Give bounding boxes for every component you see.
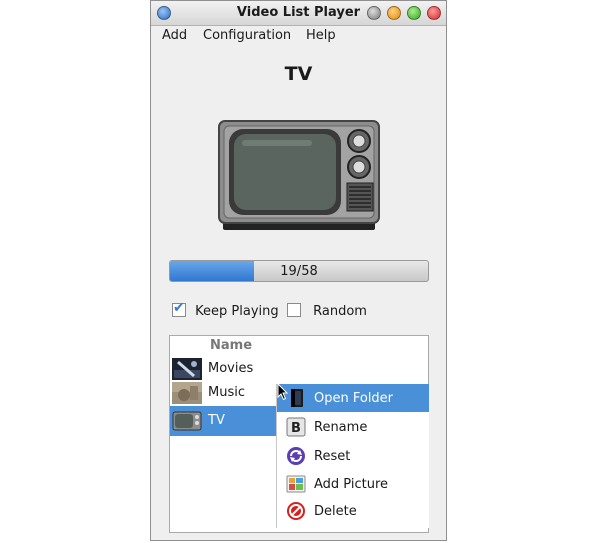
folder-icon (291, 389, 303, 407)
svg-text:B: B (291, 421, 301, 436)
menu-item-open-folder[interactable]: Open Folder (277, 384, 429, 412)
minimize-button[interactable] (387, 6, 401, 20)
list-item-label: Movies (208, 361, 254, 376)
title-bar[interactable]: Video List Player (151, 1, 446, 26)
menu-item-add-picture[interactable]: Add Picture (277, 470, 429, 498)
delete-icon (287, 502, 305, 520)
menu-configuration[interactable]: Configuration (203, 28, 291, 43)
window-title: Video List Player (236, 5, 361, 20)
menu-add[interactable]: Add (162, 28, 187, 43)
music-thumbnail (172, 382, 202, 404)
list-item-tv[interactable]: TV (170, 406, 276, 436)
keep-playing-option[interactable]: ✔ Keep Playing (172, 300, 279, 319)
mouse-cursor-icon (277, 383, 289, 401)
random-checkbox[interactable] (287, 303, 301, 317)
menu-item-rename[interactable]: B Rename (277, 413, 429, 441)
context-menu: Open Folder B Rename Reset Add Picture D… (276, 384, 429, 528)
menu-item-delete[interactable]: Delete (277, 497, 429, 525)
reset-icon (287, 447, 305, 465)
tv-icon (218, 120, 380, 230)
progress-text: 19/58 (280, 264, 318, 279)
add-picture-icon (286, 475, 306, 493)
list-header-name[interactable]: Name (210, 338, 252, 353)
random-option[interactable]: Random (287, 303, 367, 319)
progress-bar: 19/58 (169, 260, 429, 282)
list-item-movies[interactable]: Movies (170, 356, 276, 382)
close-button[interactable] (427, 6, 441, 20)
list-item-label: TV (208, 413, 225, 428)
menu-item-label: Delete (314, 504, 357, 519)
page-title: TV (284, 63, 313, 85)
menu-item-label: Reset (314, 449, 351, 464)
menu-item-label: Open Folder (314, 391, 394, 406)
rename-icon: B (286, 417, 306, 437)
menu-help[interactable]: Help (306, 28, 336, 43)
menu-item-label: Add Picture (314, 477, 389, 492)
keep-playing-label: Keep Playing (195, 304, 279, 319)
list-item-music[interactable]: Music (170, 380, 276, 406)
movies-thumbnail (172, 358, 202, 380)
menu-item-label: Rename (314, 420, 368, 435)
list-item-label: Music (208, 385, 245, 400)
shade-button[interactable] (367, 6, 381, 20)
menu-item-reset[interactable]: Reset (277, 442, 429, 470)
random-label: Random (313, 304, 367, 319)
keep-playing-checkbox[interactable]: ✔ (172, 300, 186, 317)
checkmark-icon: ✔ (173, 300, 185, 316)
maximize-button[interactable] (407, 6, 421, 20)
menu-bar: Add Configuration Help (151, 25, 446, 47)
tv-thumbnail (172, 411, 202, 431)
